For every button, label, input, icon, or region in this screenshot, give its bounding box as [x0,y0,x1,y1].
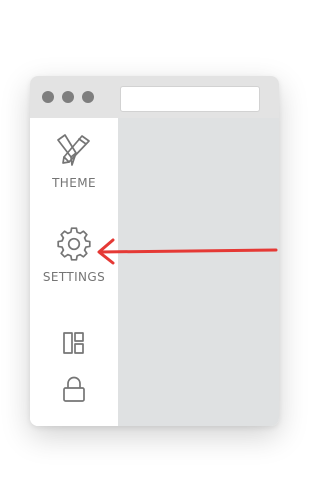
sidebar-item-layout[interactable] [30,330,118,356]
window-close-button[interactable] [42,91,54,103]
window-maximize-button[interactable] [82,91,94,103]
sidebar-item-settings[interactable]: SETTINGS [30,226,118,284]
address-bar[interactable] [120,86,260,112]
gear-icon [57,227,91,261]
content-area [118,118,279,426]
layout-icon [63,332,84,354]
sidebar-item-label: THEME [52,176,96,190]
lock-icon [63,376,85,402]
title-bar [30,76,279,118]
sidebar: THEME SETTINGS [30,118,118,426]
window-minimize-button[interactable] [62,91,74,103]
theme-icon [57,134,90,166]
app-window: THEME SETTINGS [30,76,279,426]
sidebar-item-theme[interactable]: THEME [30,132,118,190]
sidebar-item-label: SETTINGS [42,270,106,284]
sidebar-item-lock[interactable] [30,375,118,405]
